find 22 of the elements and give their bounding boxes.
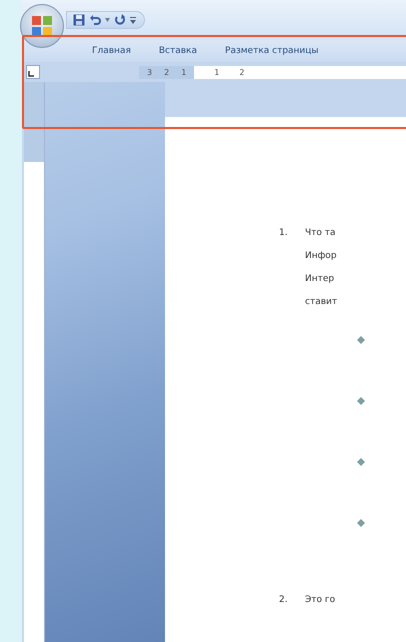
customize-icon[interactable] (130, 16, 136, 24)
text-line: Что та (305, 227, 337, 240)
save-icon[interactable] (73, 14, 85, 26)
text-line: ставит (305, 296, 338, 309)
tab-selector-icon[interactable] (26, 65, 40, 79)
logo-icon (31, 15, 53, 37)
undo-icon[interactable] (89, 14, 101, 26)
caret-icon[interactable] (105, 18, 110, 22)
list-number: 2. (279, 594, 289, 607)
ruler-number: 3 (147, 68, 152, 76)
ruler-number: 2 (164, 68, 170, 76)
ruler-number: 1 (214, 68, 220, 76)
text-line: Инфор (305, 250, 338, 263)
text-line: Интер (305, 273, 336, 286)
list-number: 1. (279, 227, 289, 240)
ruler-number: 2 (239, 68, 244, 76)
ribbon-tab[interactable]: Разметка страницы (225, 46, 319, 56)
ribbon-tab[interactable]: Главная (92, 46, 131, 56)
ruler-number: 1 (181, 68, 186, 76)
text-line: Это го (305, 594, 336, 607)
redo-icon[interactable] (114, 14, 126, 26)
ribbon-tab[interactable]: Вставка (158, 46, 198, 56)
